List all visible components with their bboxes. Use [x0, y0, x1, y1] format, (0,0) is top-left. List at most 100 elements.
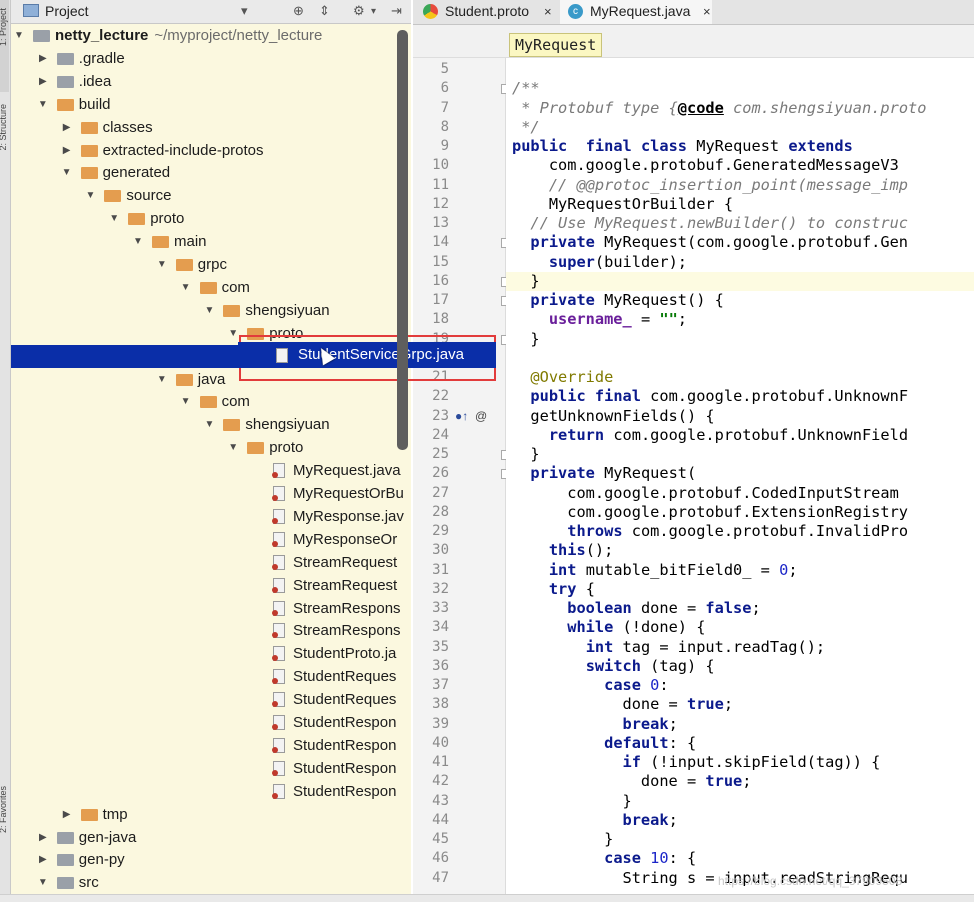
tree-folder-item[interactable]: ▼ src: [11, 871, 411, 894]
code-line[interactable]: private MyRequest(com.google.protobuf.Ge…: [512, 233, 908, 252]
close-icon[interactable]: ×: [544, 0, 552, 23]
tree-folder-item[interactable]: ▼ shengsiyuan: [11, 299, 411, 322]
tree-scrollbar[interactable]: [397, 30, 408, 450]
tree-folder-item[interactable]: ▼ main: [11, 230, 411, 253]
tree-folder-item[interactable]: ▼ build: [11, 93, 411, 116]
tab-student-proto[interactable]: Student.proto ×: [413, 0, 559, 24]
chevron-down-icon[interactable]: ▼: [37, 871, 49, 894]
breadcrumb-class[interactable]: MyRequest: [509, 33, 603, 57]
code-line[interactable]: // @@protoc_insertion_point(message_imp: [512, 176, 908, 195]
project-tree[interactable]: ▼ netty_lecture ~/myproject/netty_lecture ▶…: [11, 24, 411, 894]
code-line[interactable]: }: [512, 330, 539, 349]
code-line[interactable]: }: [512, 830, 613, 849]
code-line[interactable]: done = true;: [512, 772, 752, 791]
code-line[interactable]: */: [512, 118, 539, 137]
close-icon[interactable]: ×: [703, 0, 711, 23]
tree-file-item[interactable]: StreamRespons: [11, 597, 411, 620]
hide-panel-icon[interactable]: ⇥: [391, 3, 402, 19]
tree-folder-item[interactable]: ▼ netty_lecture ~/myproject/netty_lecture: [11, 24, 411, 47]
tree-file-item[interactable]: StreamRequest: [11, 574, 411, 597]
chevron-right-icon[interactable]: ▶: [61, 139, 73, 162]
tree-folder-item[interactable]: ▼ com: [11, 390, 411, 413]
chevron-down-icon[interactable]: ▼: [156, 253, 168, 276]
override-method-icon[interactable]: ●↑: [455, 409, 468, 423]
code-line[interactable]: this();: [512, 541, 613, 560]
tree-folder-item[interactable]: ▼ com: [11, 276, 411, 299]
chevron-right-icon[interactable]: ▶: [37, 826, 49, 849]
code-line[interactable]: switch (tag) {: [512, 657, 715, 676]
code-line[interactable]: @Override: [512, 368, 613, 387]
code-line[interactable]: int tag = input.readTag();: [512, 638, 825, 657]
code-line[interactable]: return com.google.protobuf.UnknownField: [512, 426, 908, 445]
favorites-tool-button[interactable]: 2: Favorites: [0, 780, 9, 870]
chevron-down-icon[interactable]: ▼: [156, 368, 168, 391]
chevron-down-icon[interactable]: ▼: [227, 436, 239, 459]
code-line[interactable]: case 10: {: [512, 849, 696, 868]
code-line[interactable]: throws com.google.protobuf.InvalidPro: [512, 522, 908, 541]
code-line[interactable]: * Protobuf type {@code com.shengsiyuan.p…: [512, 99, 926, 118]
chevron-right-icon[interactable]: ▶: [61, 803, 73, 826]
code-line[interactable]: }: [512, 445, 539, 464]
tree-folder-item[interactable]: ▼ shengsiyuan: [11, 413, 411, 436]
code-line[interactable]: break;: [512, 811, 678, 830]
annotation-icon[interactable]: @: [475, 409, 487, 423]
code-line[interactable]: super(builder);: [512, 253, 687, 272]
chevron-down-icon[interactable]: ▼: [203, 413, 215, 436]
code-line[interactable]: }: [512, 792, 632, 811]
tree-file-item[interactable]: MyResponseOr: [11, 528, 411, 551]
tree-folder-item[interactable]: ▼ source: [11, 184, 411, 207]
collapse-all-icon[interactable]: ⇕: [319, 3, 330, 19]
code-line[interactable]: try {: [512, 580, 595, 599]
chevron-down-icon[interactable]: ▼: [132, 230, 144, 253]
tree-file-item[interactable]: MyResponse.jav: [11, 505, 411, 528]
chevron-right-icon[interactable]: ▶: [37, 848, 49, 871]
tree-folder-item[interactable]: ▶ tmp: [11, 803, 411, 826]
tree-file-item[interactable]: MyRequestOrBu: [11, 482, 411, 505]
structure-tool-button[interactable]: 2: Structure: [0, 98, 9, 188]
tree-folder-item[interactable]: ▶ extracted-include-protos: [11, 139, 411, 162]
chevron-down-icon[interactable]: ▼: [180, 276, 192, 299]
gear-icon[interactable]: ⚙: [353, 3, 365, 19]
code-line[interactable]: username_ = "";: [512, 310, 687, 329]
code-line[interactable]: while (!done) {: [512, 618, 705, 637]
chevron-down-icon[interactable]: ▼: [108, 207, 120, 230]
tree-file-item[interactable]: StreamRespons: [11, 619, 411, 642]
code-line[interactable]: }: [512, 272, 539, 291]
chevron-down-icon[interactable]: ▼: [180, 390, 192, 413]
code-line[interactable]: public final class MyRequest extends: [512, 137, 853, 156]
code-line[interactable]: getUnknownFields() {: [512, 407, 714, 426]
tree-folder-item[interactable]: ▼ proto: [11, 207, 411, 230]
code-line[interactable]: done = true;: [512, 695, 734, 714]
code-line[interactable]: // Use MyRequest.newBuilder() to constru…: [512, 214, 908, 233]
tree-file-item[interactable]: StreamRequest: [11, 551, 411, 574]
chevron-right-icon[interactable]: ▶: [61, 116, 73, 139]
chevron-down-icon[interactable]: ▼: [203, 299, 215, 322]
code-line[interactable]: MyRequestOrBuilder {: [512, 195, 733, 214]
code-line[interactable]: com.google.protobuf.GeneratedMessageV3: [512, 156, 899, 175]
code-line[interactable]: if (!input.skipField(tag)) {: [512, 753, 881, 772]
code-line[interactable]: com.google.protobuf.ExtensionRegistry: [512, 503, 908, 522]
project-tool-button[interactable]: 1: Project: [0, 0, 9, 92]
tree-file-item[interactable]: StudentProto.ja: [11, 642, 411, 665]
chevron-down-icon[interactable]: ▼: [61, 161, 73, 184]
tree-file-item[interactable]: StudentRespon: [11, 711, 411, 734]
tree-file-item[interactable]: StudentReques: [11, 688, 411, 711]
chevron-down-icon[interactable]: ▼: [84, 184, 96, 207]
code-line[interactable]: private MyRequest() {: [512, 291, 723, 310]
tree-folder-item[interactable]: ▶ .idea: [11, 70, 411, 93]
tree-folder-item[interactable]: ▶ gen-py: [11, 848, 411, 871]
tree-file-item[interactable]: StudentReques: [11, 665, 411, 688]
code-line[interactable]: boolean done = false;: [512, 599, 760, 618]
tree-folder-item[interactable]: ▶ gen-java: [11, 826, 411, 849]
tree-folder-item[interactable]: ▼ generated: [11, 161, 411, 184]
code-editor[interactable]: /** * Protobuf type {@code com.shengsiyu…: [506, 58, 974, 901]
gear-menu-chevron-icon[interactable]: ▾: [371, 6, 376, 17]
tree-folder-item[interactable]: ▼ proto: [11, 436, 411, 459]
code-line[interactable]: com.google.protobuf.CodedInputStream: [512, 484, 899, 503]
tree-file-item[interactable]: MyRequest.java: [11, 459, 411, 482]
chevron-down-icon[interactable]: ▼: [13, 24, 25, 47]
locate-target-icon[interactable]: ⊕: [293, 3, 304, 19]
line-number-gutter[interactable]: 5678910111213141516171819202122232425262…: [413, 58, 511, 901]
tree-file-item[interactable]: StudentRespon: [11, 734, 411, 757]
code-line[interactable]: public final com.google.protobuf.Unknown…: [512, 387, 908, 406]
